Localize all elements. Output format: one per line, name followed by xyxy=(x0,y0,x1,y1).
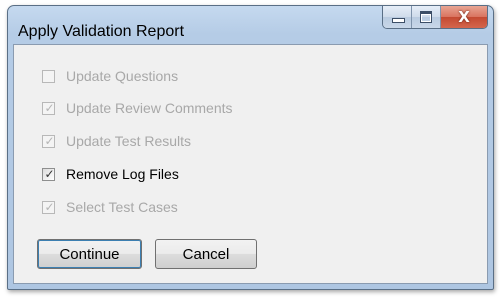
checkmark-icon: ✓ xyxy=(44,100,55,115)
select-test-cases-checkbox[interactable]: ✓ xyxy=(42,199,55,214)
select-test-cases-label: Select Test Cases xyxy=(66,199,178,215)
dialog-window: Apply Validation Report X Update Questio… xyxy=(7,5,494,290)
option-remove-log-files: ✓ Remove Log Files xyxy=(42,165,179,183)
checkmark-icon: ✓ xyxy=(44,166,55,181)
remove-log-files-label: Remove Log Files xyxy=(66,166,179,182)
checkmark-icon: ✓ xyxy=(44,133,55,148)
update-test-results-label: Update Test Results xyxy=(66,133,192,149)
minimize-icon xyxy=(392,18,405,23)
close-icon: X xyxy=(458,8,470,26)
update-review-comments-checkbox[interactable]: ✓ xyxy=(42,100,55,115)
remove-log-files-checkbox[interactable]: ✓ xyxy=(42,166,55,181)
minimize-button[interactable] xyxy=(383,6,412,28)
cancel-button[interactable]: Cancel xyxy=(155,239,257,269)
maximize-button[interactable] xyxy=(412,6,441,28)
update-questions-checkbox[interactable] xyxy=(42,69,55,83)
update-questions-label: Update Questions xyxy=(66,68,179,84)
window-title: Apply Validation Report xyxy=(18,23,185,40)
option-update-review-comments: ✓ Update Review Comments xyxy=(42,99,233,117)
title-bar[interactable]: Apply Validation Report X xyxy=(8,6,493,42)
maximize-icon xyxy=(420,11,432,23)
option-update-questions: Update Questions xyxy=(42,67,178,85)
update-review-comments-label: Update Review Comments xyxy=(66,100,233,116)
option-update-test-results: ✓ Update Test Results xyxy=(42,132,191,150)
checkmark-icon: ✓ xyxy=(44,199,55,214)
caption-buttons: X xyxy=(382,6,488,29)
option-select-test-cases: ✓ Select Test Cases xyxy=(42,198,178,216)
update-test-results-checkbox[interactable]: ✓ xyxy=(42,133,55,148)
close-button[interactable]: X xyxy=(441,6,487,28)
continue-button[interactable]: Continue xyxy=(37,239,142,269)
